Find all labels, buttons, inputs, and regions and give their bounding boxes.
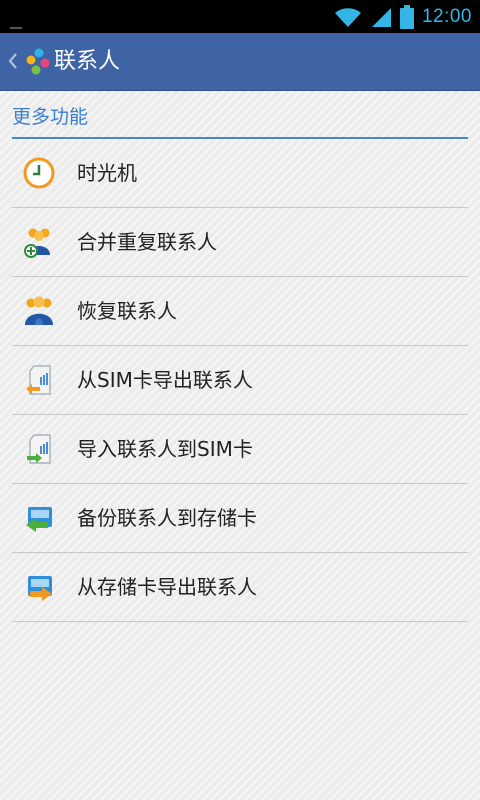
signal-icon [371,7,391,27]
merge-contacts-icon [24,228,50,258]
menu-item-label: 时光机 [77,161,137,185]
menu-item-backup-to-storage[interactable]: 备份联系人到存储卡 [12,484,468,553]
sim-export-icon [26,365,51,395]
status-bar: 12:00 [0,0,480,33]
export-from-storage-icon [28,576,52,601]
menu-item-label: 导入联系人到SIM卡 [77,437,253,461]
contacts-app-icon[interactable] [25,46,53,78]
backup-to-storage-icon [26,507,52,532]
menu-item-export-from-storage[interactable]: 从存储卡导出联系人 [12,553,468,622]
chevron-left-icon[interactable] [7,51,19,71]
clock-icon [23,157,55,189]
menu-item-restore-contacts[interactable]: 恢复联系人 [12,277,468,346]
notification-mark [10,27,22,29]
menu-item-import-to-sim[interactable]: 导入联系人到SIM卡 [12,415,468,484]
section-title: 更多功能 [12,106,89,128]
status-icons: 12:00 [334,4,472,29]
menu-item-merge-duplicates[interactable]: 合并重复联系人 [12,208,468,277]
more-functions-list: 时光机 合并重复联系人 恢复联系人 从SIM卡导出联系人 导入联系人到SIM卡 … [12,139,468,622]
menu-item-export-from-sim[interactable]: 从SIM卡导出联系人 [12,346,468,415]
menu-item-label: 备份联系人到存储卡 [77,506,257,530]
menu-item-label: 恢复联系人 [77,299,177,323]
page-title: 联系人 [54,49,121,74]
status-time: 12:00 [421,5,472,27]
menu-item-label: 合并重复联系人 [77,230,217,254]
battery-icon [399,4,414,29]
menu-item-label: 从存储卡导出联系人 [77,575,257,599]
menu-item-label: 从SIM卡导出联系人 [77,368,253,392]
menu-item-time-machine[interactable]: 时光机 [12,139,468,208]
action-bar: 联系人 [0,33,480,91]
sim-import-icon [27,434,51,464]
restore-contacts-icon [25,296,53,325]
wifi-icon [334,7,361,27]
